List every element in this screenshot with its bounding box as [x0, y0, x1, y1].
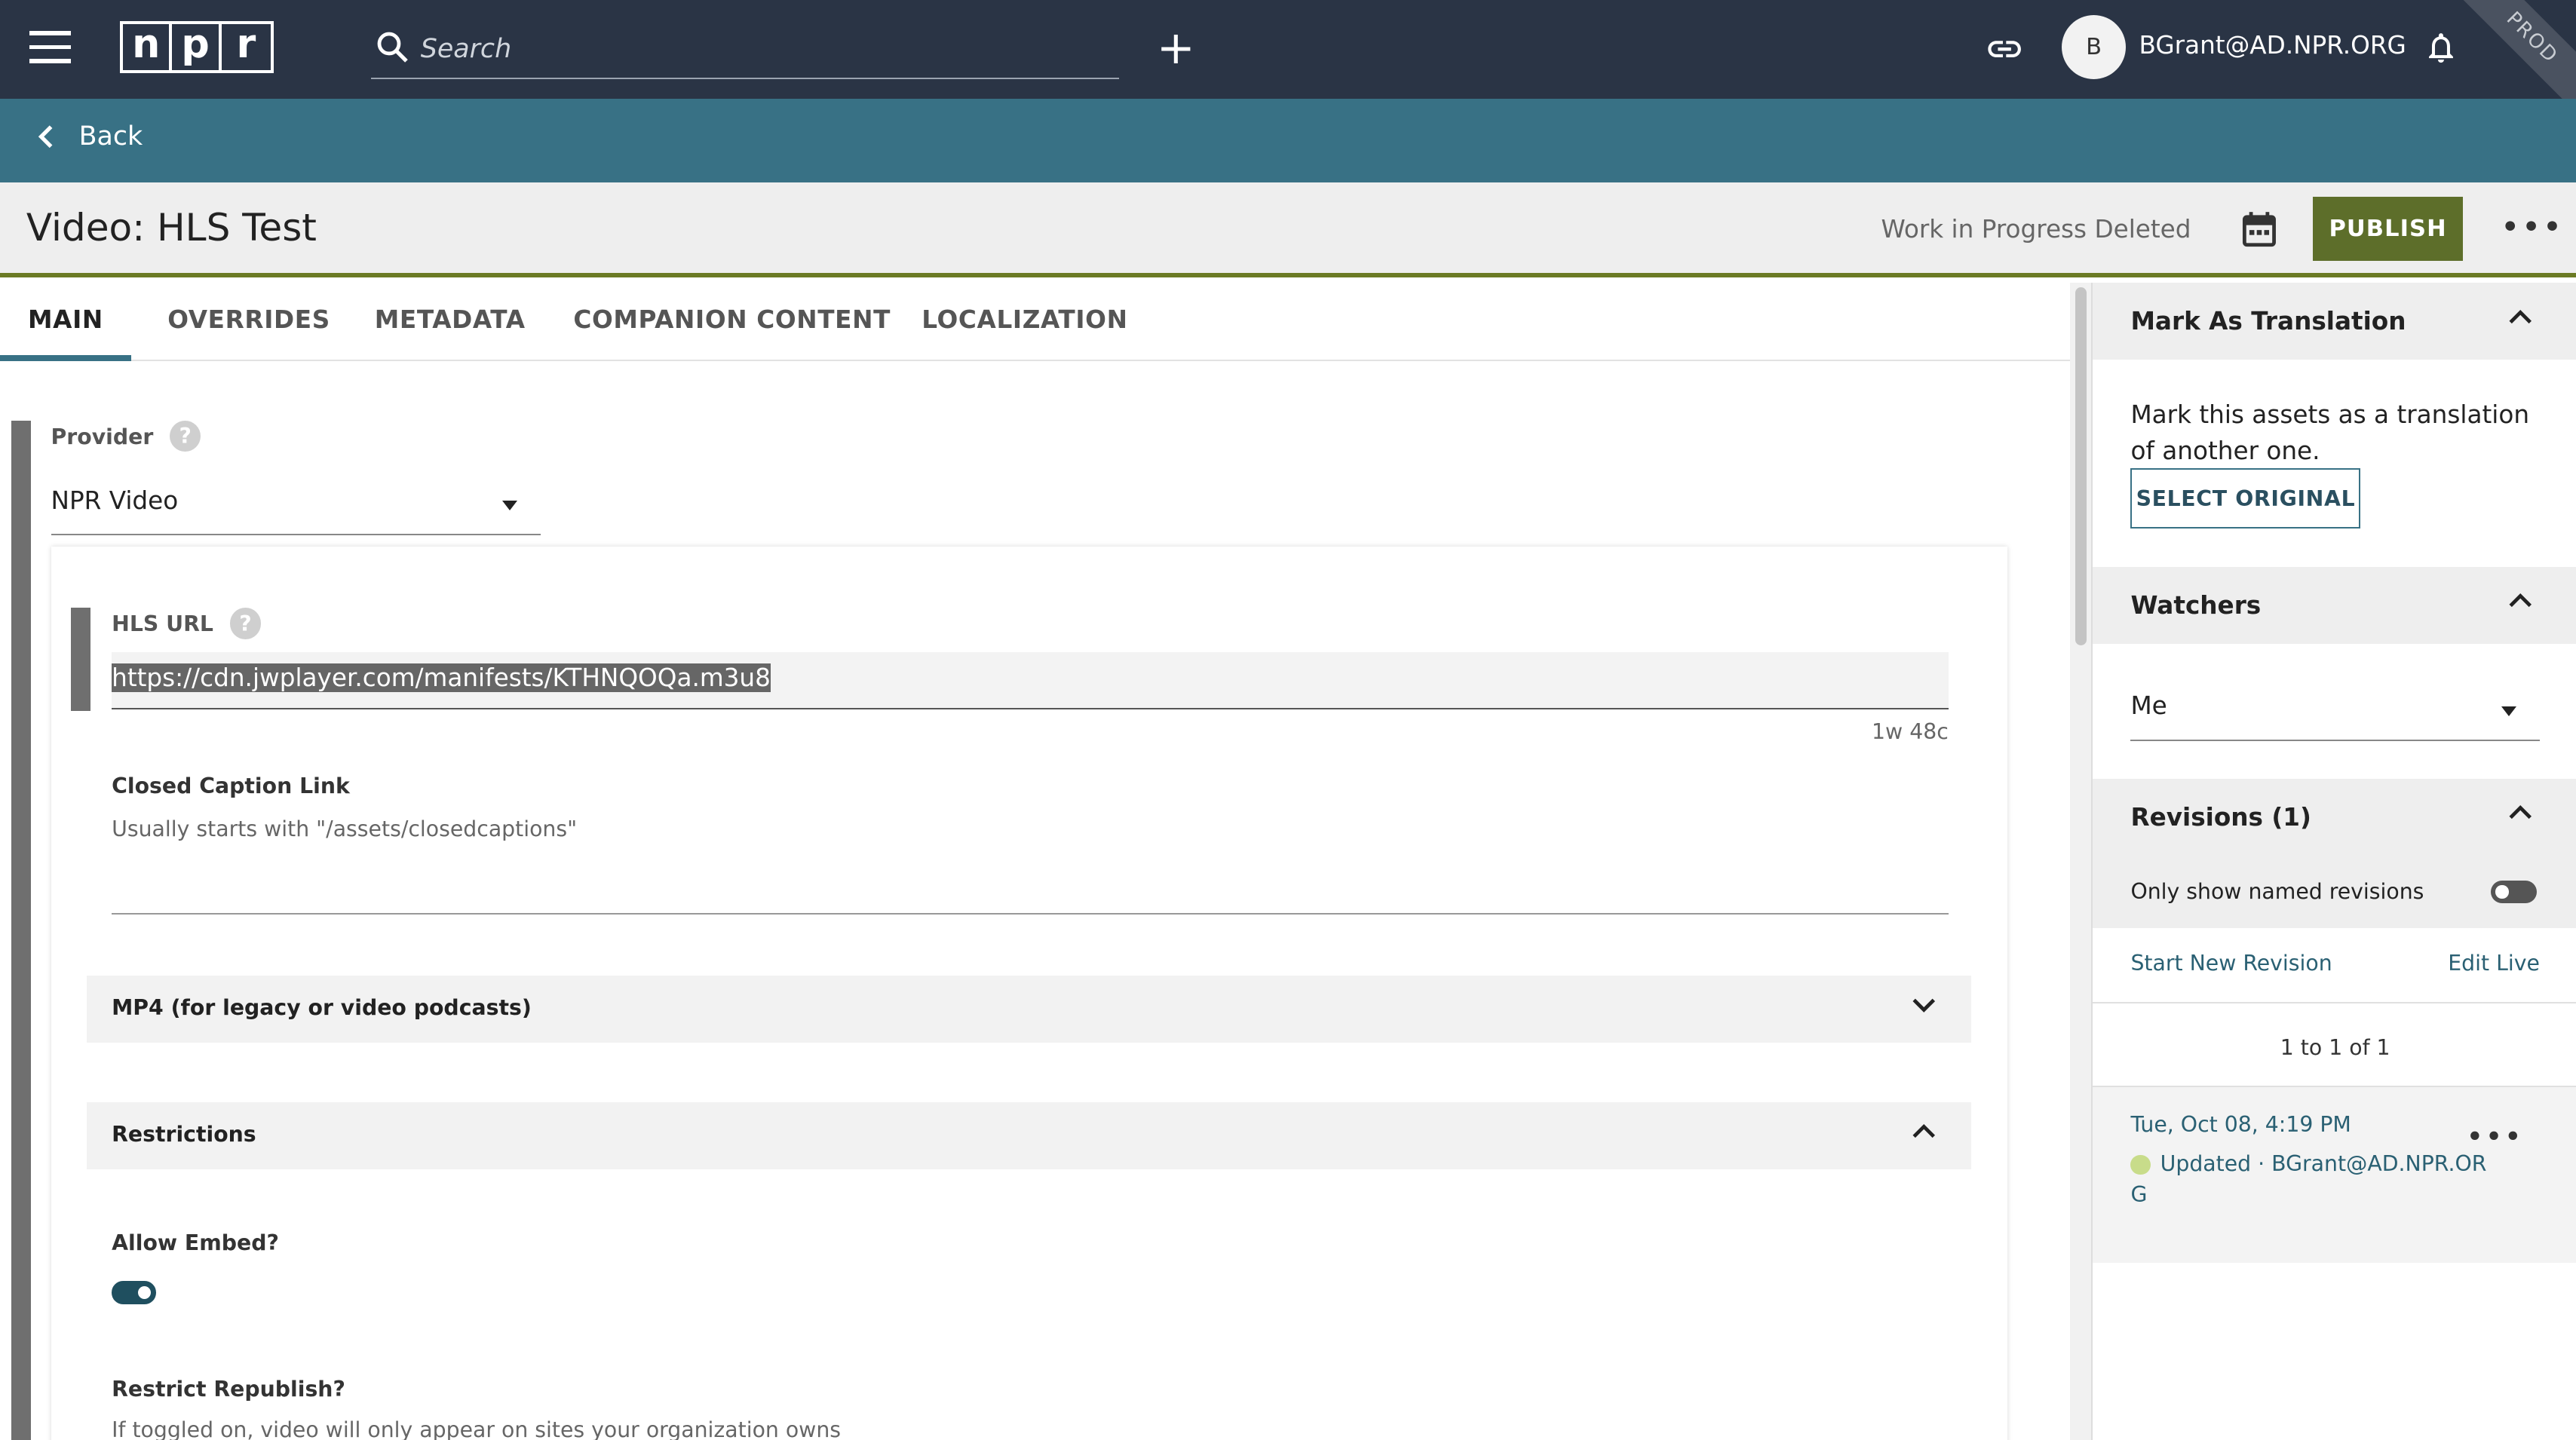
- title-bar: Video: HLS Test Work in Progress Deleted…: [0, 182, 2576, 278]
- hls-field-label: HLS URL?: [112, 608, 262, 639]
- video-fields-card: HLS URL? https://cdn.jwplayer.com/manife…: [51, 547, 2008, 1440]
- main-scrollbar[interactable]: [2070, 282, 2092, 1440]
- mp4-section-title: MP4 (for legacy or video podcasts): [112, 995, 532, 1021]
- allow-embed-label: Allow Embed?: [112, 1230, 279, 1255]
- status-dot-icon: [2130, 1154, 2151, 1175]
- back-bar: Back: [0, 98, 2576, 182]
- provider-label: Provider: [51, 424, 154, 449]
- back-label: Back: [78, 121, 143, 152]
- more-options-icon[interactable]: •••: [2501, 209, 2564, 247]
- caret-down-icon: [502, 501, 518, 511]
- restrict-republish-label: Restrict Republish?: [112, 1376, 345, 1402]
- logo-letter-p: p: [172, 24, 222, 71]
- provider-value: NPR Video: [51, 486, 179, 515]
- named-revisions-row: Only show named revisions: [2093, 856, 2576, 928]
- chevron-up-icon: [2509, 593, 2532, 608]
- hls-url-input[interactable]: https://cdn.jwplayer.com/manifests/KTHNQ…: [112, 651, 1949, 710]
- revision-status-text: Updated: [2160, 1150, 2252, 1176]
- right-sidebar: Mark As Translation Mark this assets as …: [2091, 282, 2576, 1440]
- publish-button[interactable]: PUBLISH: [2313, 197, 2463, 262]
- watchers-select[interactable]: Me: [2130, 691, 2540, 741]
- revision-status: Updated · BGrant@AD.NPR.ORG: [2130, 1148, 2492, 1211]
- tab-localization[interactable]: LOCALIZATION: [922, 305, 1127, 334]
- revision-more-icon[interactable]: •••: [2466, 1120, 2523, 1154]
- calendar-icon[interactable]: [2241, 210, 2277, 250]
- translation-description: Mark this assets as a translation of ano…: [2130, 400, 2530, 466]
- scrollbar-thumb[interactable]: [2075, 287, 2087, 646]
- watchers-value: Me: [2130, 691, 2167, 721]
- chevron-down-icon: [1912, 999, 1935, 1013]
- translation-panel-title: Mark As Translation: [2130, 307, 2406, 336]
- chevron-up-icon: [2509, 309, 2532, 323]
- chevron-up-icon: [2509, 805, 2532, 820]
- tab-companion-content[interactable]: COMPANION CONTENT: [573, 305, 891, 334]
- closed-caption-label: Closed Caption Link: [112, 774, 350, 799]
- add-icon[interactable]: +: [1157, 23, 1195, 72]
- revision-separator: ·: [2258, 1150, 2265, 1176]
- chevron-left-icon: [38, 125, 53, 149]
- revisions-panel-title: Revisions (1): [2130, 803, 2311, 832]
- watchers-panel-header[interactable]: Watchers: [2093, 566, 2576, 644]
- provider-select[interactable]: NPR Video: [51, 486, 541, 536]
- logo-letter-n: n: [123, 24, 173, 71]
- search-icon: [377, 32, 408, 63]
- revisions-panel-header[interactable]: Revisions (1): [2093, 778, 2576, 856]
- closed-caption-hint: Usually starts with "/assets/closedcapti…: [112, 816, 578, 841]
- back-button[interactable]: Back: [36, 121, 143, 152]
- status-text: Work in Progress Deleted: [1881, 215, 2191, 244]
- select-original-button[interactable]: SELECT ORIGINAL: [2130, 467, 2361, 529]
- active-tab-indicator: [0, 354, 132, 362]
- named-revisions-label: Only show named revisions: [2130, 878, 2424, 904]
- translation-panel-header[interactable]: Mark As Translation: [2093, 282, 2576, 360]
- restrictions-section-header[interactable]: Restrictions: [87, 1101, 1972, 1170]
- revision-entry[interactable]: Tue, Oct 08, 4:19 PM Updated · BGrant@AD…: [2093, 1087, 2576, 1264]
- edit-live-link[interactable]: Edit Live: [2448, 951, 2540, 976]
- avatar[interactable]: B: [2062, 14, 2127, 79]
- restrict-republish-hint: If toggled on, video will only appear on…: [112, 1417, 842, 1440]
- chevron-up-icon: [1912, 1124, 1935, 1138]
- restrictions-section-title: Restrictions: [112, 1121, 256, 1147]
- tab-metadata[interactable]: METADATA: [375, 305, 526, 334]
- tab-main[interactable]: MAIN: [28, 305, 103, 334]
- named-revisions-toggle[interactable]: [2490, 880, 2537, 904]
- top-bar: n p r + B BGrant@AD.NPR.ORG PROD: [0, 0, 2576, 129]
- closed-caption-input[interactable]: [112, 859, 1949, 915]
- hls-char-counter: 1w 48c: [1872, 719, 1949, 745]
- caret-down-icon: [2501, 706, 2517, 716]
- hls-url-value: https://cdn.jwplayer.com/manifests/KTHNQ…: [112, 663, 771, 693]
- username[interactable]: BGrant@AD.NPR.ORG: [2139, 31, 2406, 60]
- search-input[interactable]: [420, 29, 1078, 69]
- field-rail: [11, 420, 32, 1440]
- start-new-revision-link[interactable]: Start New Revision: [2130, 951, 2332, 976]
- watchers-panel-title: Watchers: [2130, 591, 2262, 620]
- help-icon[interactable]: ?: [229, 608, 262, 639]
- revision-page-count: 1 to 1 of 1: [2280, 1034, 2390, 1060]
- hls-label: HLS URL: [112, 611, 213, 637]
- tab-overrides[interactable]: OVERRIDES: [167, 305, 330, 334]
- allow-embed-toggle[interactable]: [112, 1281, 156, 1304]
- bell-icon[interactable]: [2423, 28, 2459, 67]
- help-icon[interactable]: ?: [170, 421, 201, 452]
- page-title: Video: HLS Test: [26, 205, 317, 250]
- mp4-section-header[interactable]: MP4 (for legacy or video podcasts): [87, 976, 1972, 1043]
- hls-field-rail: [70, 608, 90, 712]
- revision-date: Tue, Oct 08, 4:19 PM: [2130, 1111, 2351, 1137]
- divider: [2093, 1001, 2576, 1004]
- link-icon[interactable]: [1985, 29, 2024, 69]
- npr-logo[interactable]: n p r: [120, 21, 274, 74]
- main-content: Provider? NPR Video HLS URL? https://cdn…: [0, 361, 2070, 1440]
- app-root: n p r + B BGrant@AD.NPR.ORG PROD Back Vi…: [0, 0, 2576, 1440]
- tab-bar: MAIN OVERRIDES METADATA COMPANION CONTEN…: [0, 283, 2071, 362]
- menu-icon[interactable]: [29, 31, 71, 64]
- provider-field-label: Provider?: [51, 421, 201, 452]
- search-bar: [371, 23, 1119, 79]
- logo-letter-r: r: [236, 21, 256, 68]
